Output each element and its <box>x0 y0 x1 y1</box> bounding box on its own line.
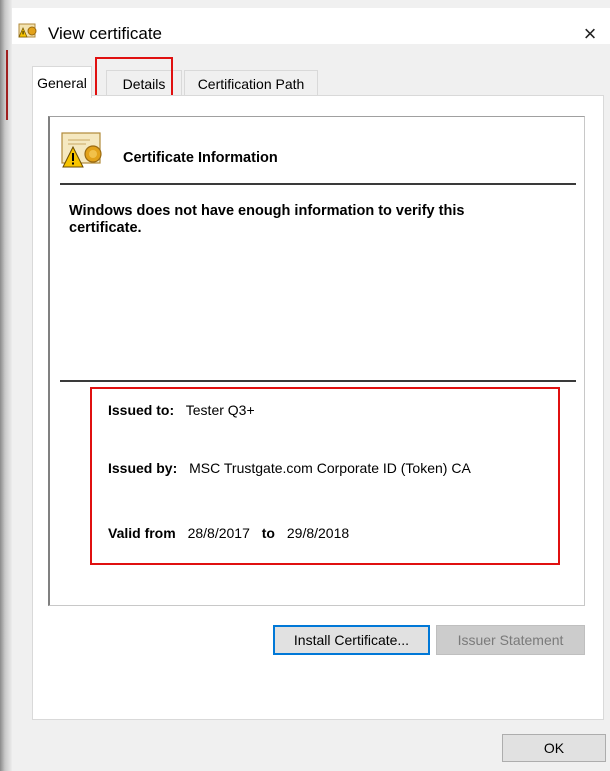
issued-by-label: Issued by: <box>108 460 178 476</box>
tab-general[interactable]: General <box>32 66 92 98</box>
section-title: Certificate Information <box>123 150 278 166</box>
certificate-warning-icon <box>60 131 106 176</box>
close-button[interactable]: × <box>570 18 610 50</box>
certificate-dialog: View certificate × General Details Certi… <box>12 0 610 771</box>
valid-from-label: Valid from <box>108 525 176 541</box>
valid-to-label: to <box>261 525 275 541</box>
background-window-mark <box>6 50 8 120</box>
warning-message: Windows does not have enough information… <box>69 203 465 236</box>
issuer-statement-button[interactable]: Issuer Statement <box>436 625 585 655</box>
issued-by-value: MSC Trustgate.com Corporate ID (Token) C… <box>189 460 471 476</box>
tab-certification-path[interactable]: Certification Path <box>184 70 318 96</box>
valid-to-value: 29/8/2018 <box>286 525 350 541</box>
install-certificate-button[interactable]: Install Certificate... <box>273 625 430 655</box>
divider <box>60 380 576 382</box>
ok-button[interactable]: OK <box>502 734 606 762</box>
valid-from-value: 28/8/2017 <box>187 525 250 541</box>
tab-details[interactable]: Details <box>106 70 182 96</box>
window-title: View certificate <box>48 24 163 43</box>
title-bar: View certificate × <box>12 8 610 46</box>
issued-to-row: Issued to: Tester Q3+ <box>108 402 255 418</box>
validity-row: Valid from 28/8/2017 to 29/8/2018 <box>108 525 349 541</box>
certificate-warning-icon <box>18 21 40 46</box>
issued-by-row: Issued by: MSC Trustgate.com Corporate I… <box>108 460 471 476</box>
issued-to-label: Issued to: <box>108 402 175 418</box>
divider <box>60 183 576 185</box>
issued-to-value: Tester Q3+ <box>185 402 255 418</box>
